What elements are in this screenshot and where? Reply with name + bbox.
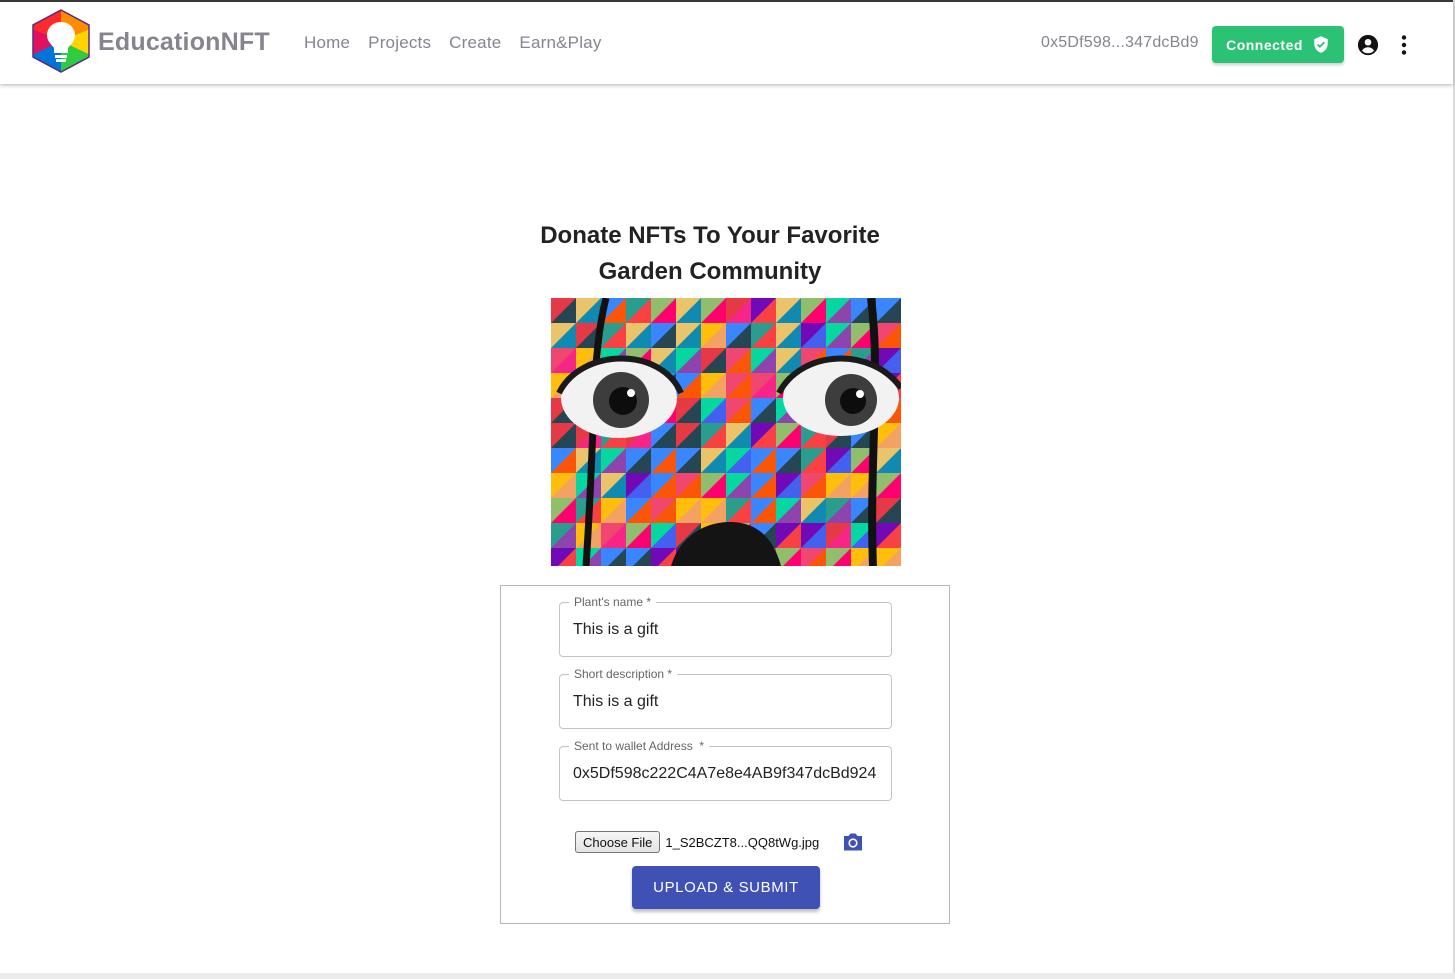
shield-check-icon: [1314, 36, 1328, 53]
more-vert-icon[interactable]: [1394, 34, 1414, 56]
choose-file-button[interactable]: Choose File: [575, 831, 661, 853]
window-bottom-edge: [0, 973, 1455, 979]
brand-name[interactable]: EducationNFT: [98, 28, 270, 57]
plant-name-field: Plant's name *: [559, 595, 892, 657]
nft-preview-image: [551, 298, 901, 566]
nav-projects-link[interactable]: Projects: [368, 33, 431, 53]
page-title-line-1: Donate NFTs To Your Favorite: [540, 222, 880, 249]
wallet-address-label: Sent to wallet Address *: [569, 739, 710, 753]
nav-create-link[interactable]: Create: [449, 33, 501, 53]
short-description-label: Short description *: [569, 667, 678, 681]
nav-earn-play-link[interactable]: Earn&Play: [519, 33, 601, 53]
nav-home-link[interactable]: Home: [304, 33, 350, 53]
short-description-field: Short description *: [559, 667, 892, 729]
connected-label: Connected: [1226, 36, 1303, 53]
plant-name-label: Plant's name *: [569, 595, 657, 609]
logo-lightbulb-icon[interactable]: [30, 8, 92, 74]
app-bar: EducationNFT Home Projects Create Earn&P…: [0, 2, 1453, 84]
wallet-address-field: Sent to wallet Address *: [559, 739, 892, 801]
account-circle-icon[interactable]: [1357, 34, 1379, 56]
upload-submit-button[interactable]: UPLOAD & SUBMIT: [632, 866, 820, 909]
wallet-address: 0x5Df598...347dcBd9: [1041, 34, 1199, 51]
main-nav: Home Projects Create Earn&Play: [304, 33, 602, 53]
connected-button[interactable]: Connected: [1212, 26, 1344, 63]
wallet-address-input[interactable]: [573, 763, 883, 785]
plant-name-input[interactable]: [573, 619, 883, 641]
selected-file-name: 1_S2BCZT8...QQ8tWg.jpg: [665, 834, 820, 850]
file-picker: Choose File 1_S2BCZT8...QQ8tWg.jpg: [575, 831, 819, 853]
camera-icon[interactable]: [842, 832, 864, 852]
short-description-input[interactable]: [573, 691, 883, 713]
page-title-line-2: Garden Community: [598, 258, 822, 285]
page-title: Donate NFTs To Your Favorite Garden Comm…: [470, 218, 950, 290]
